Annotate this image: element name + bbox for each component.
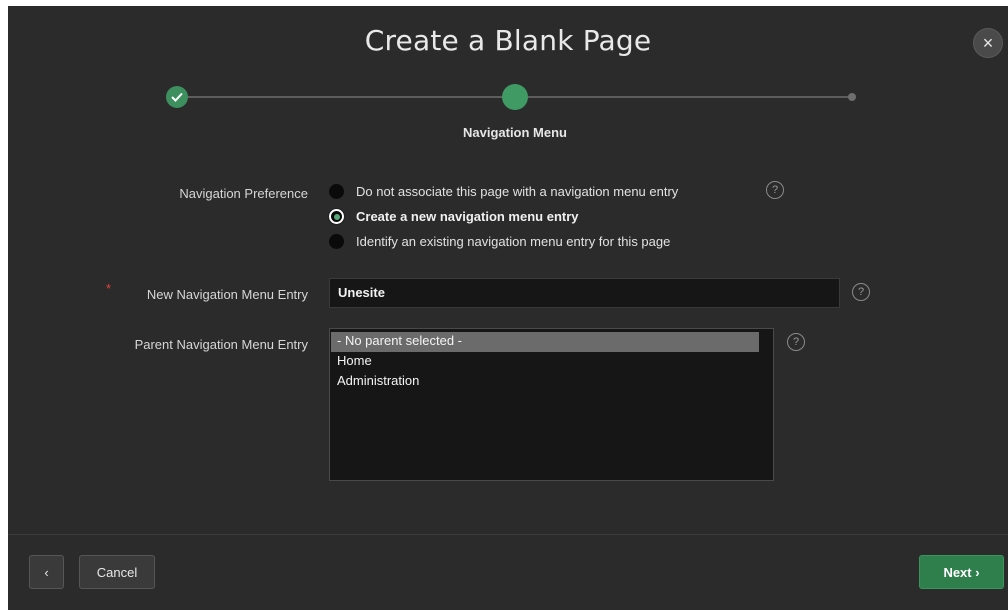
radio-label: Identify an existing navigation menu ent… xyxy=(356,234,671,249)
navigation-preference-label: Navigation Preference xyxy=(179,186,308,201)
cancel-button[interactable]: Cancel xyxy=(79,555,155,589)
wizard-step-future xyxy=(848,93,856,101)
help-icon[interactable]: ? xyxy=(852,283,870,301)
check-icon xyxy=(171,92,183,102)
back-button[interactable]: ‹ xyxy=(29,555,64,589)
parent-entry-listbox[interactable]: - No parent selected - Home Administrati… xyxy=(329,328,774,481)
list-option[interactable]: Home xyxy=(331,352,759,372)
wizard-step-label: Navigation Menu xyxy=(462,125,567,140)
new-entry-input[interactable]: Unesite xyxy=(329,278,840,308)
radio-button[interactable] xyxy=(329,184,344,199)
radio-label: Do not associate this page with a naviga… xyxy=(356,184,679,199)
wizard-step-done xyxy=(166,86,188,108)
list-option[interactable]: - No parent selected - xyxy=(331,332,759,352)
radio-label: Create a new navigation menu entry xyxy=(356,209,579,224)
list-option[interactable]: Administration xyxy=(331,372,759,392)
footer-divider xyxy=(8,534,1008,535)
help-icon[interactable]: ? xyxy=(787,333,805,351)
next-button[interactable]: Next › xyxy=(919,555,1004,589)
dialog-title: Create a Blank Page xyxy=(364,24,652,57)
create-page-dialog: Create a Blank Page × Navigation Menu Na… xyxy=(8,6,1008,610)
new-entry-label: New Navigation Menu Entry xyxy=(146,287,308,302)
wizard-step-current xyxy=(502,84,528,110)
help-icon[interactable]: ? xyxy=(766,181,784,199)
radio-button[interactable] xyxy=(329,209,344,224)
radio-no-association[interactable]: Do not associate this page with a naviga… xyxy=(329,184,678,199)
parent-entry-label: Parent Navigation Menu Entry xyxy=(134,337,308,352)
radio-existing-entry[interactable]: Identify an existing navigation menu ent… xyxy=(329,234,670,249)
wizard-track-remaining xyxy=(520,96,852,98)
wizard-track-completed xyxy=(178,96,512,98)
radio-create-new-entry[interactable]: Create a new navigation menu entry xyxy=(329,209,579,224)
required-asterisk: * xyxy=(106,281,112,296)
close-icon[interactable]: × xyxy=(973,28,1003,58)
radio-button[interactable] xyxy=(329,234,344,249)
